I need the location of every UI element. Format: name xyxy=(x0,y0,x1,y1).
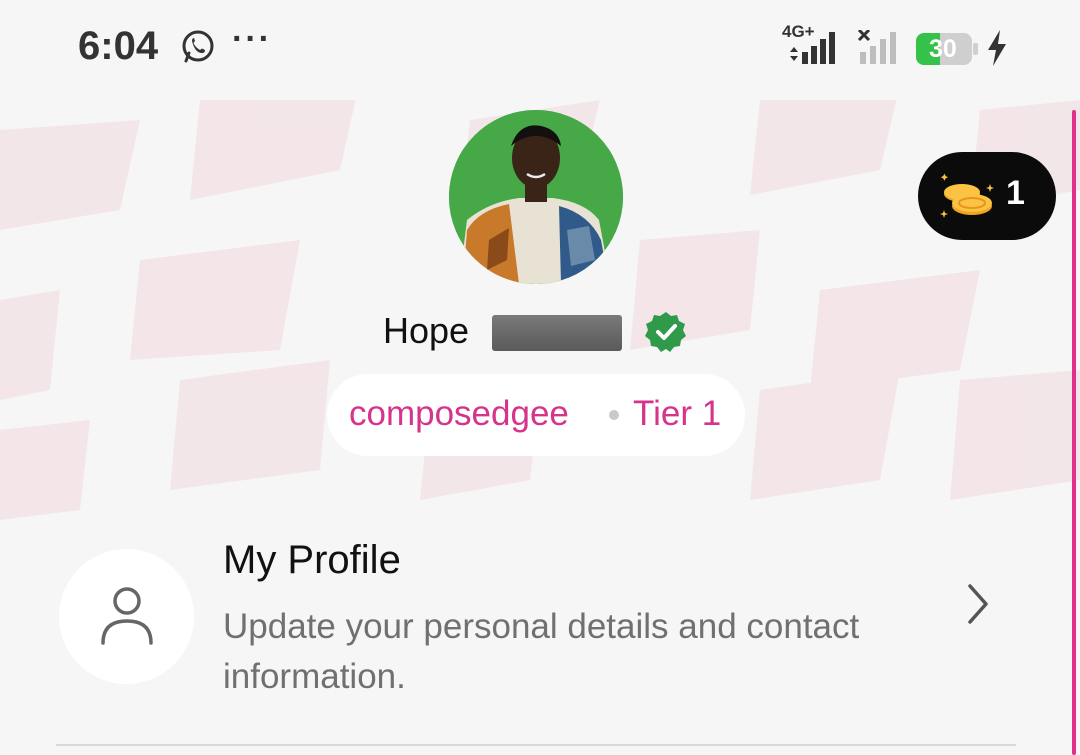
profile-title: My Profile xyxy=(223,538,401,582)
chevron-right-icon[interactable] xyxy=(962,582,992,626)
separator-dot xyxy=(609,410,619,420)
profile-description: Update your personal details and contact… xyxy=(223,607,860,696)
my-profile-menu-item[interactable]: My Profile Update your personal details … xyxy=(0,530,1060,745)
verified-badge-icon xyxy=(645,312,686,352)
more-dots-icon: ··· xyxy=(232,20,272,58)
username-tier-pill: composedgee Tier 1 xyxy=(327,374,745,456)
person-icon xyxy=(101,587,153,645)
charging-bolt-icon xyxy=(988,30,1006,66)
avatar[interactable] xyxy=(449,110,623,284)
battery-level: 30 xyxy=(929,35,957,63)
battery-icon: 30 xyxy=(916,32,978,66)
clock: 6:04 xyxy=(78,24,159,68)
status-bar: 6:04 ··· 4G+ 30 xyxy=(0,0,1080,100)
coins-icon xyxy=(940,173,994,218)
whatsapp-icon xyxy=(182,30,214,63)
no-signal-icon xyxy=(857,30,896,64)
tier-label: Tier 1 xyxy=(633,394,722,433)
user-name: Hope xyxy=(383,310,470,351)
coins-badge[interactable]: 1 xyxy=(918,152,1056,240)
divider xyxy=(56,744,1016,746)
username: composedgee xyxy=(349,394,569,433)
profile-icon-container xyxy=(59,549,194,684)
redacted-surname xyxy=(492,315,622,351)
coins-count: 1 xyxy=(1006,174,1025,212)
signal-icon xyxy=(790,32,835,64)
scrollbar[interactable] xyxy=(1072,110,1076,755)
